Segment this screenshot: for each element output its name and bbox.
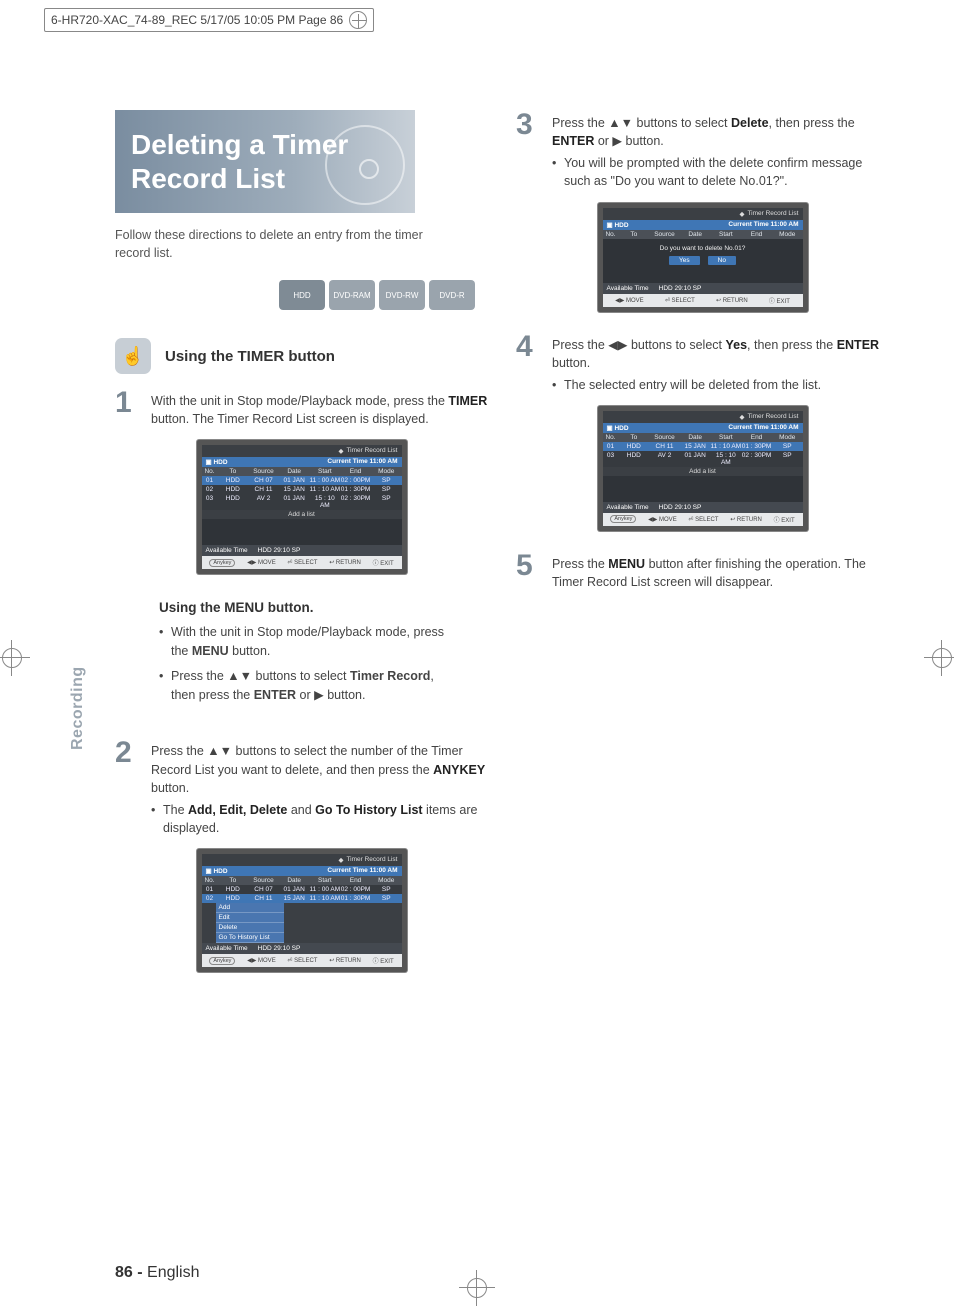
- menu-button-list: •With the unit in Stop mode/Playback mod…: [159, 623, 459, 704]
- subhead-menu-button: Using the MENU button.: [159, 600, 488, 615]
- osd-screenshot-3: ◆Timer Record List ▣ HDDCurrent Time 11:…: [598, 203, 808, 312]
- step-1: 1 With the unit in Stop mode/Playback mo…: [115, 388, 488, 428]
- page-footer: 86 - English: [115, 1264, 200, 1282]
- hand-icon: ☝: [115, 338, 151, 374]
- step-3-text: Press the ▲▼ buttons to select Delete, t…: [552, 110, 889, 191]
- step-5: 5 Press the MENU button after finishing …: [516, 551, 889, 591]
- step-number-3: 3: [516, 110, 542, 191]
- osd-screenshot-4: ◆Timer Record List ▣ HDDCurrent Time 11:…: [598, 406, 808, 531]
- context-menu: AddEditDeleteGo To History List: [216, 903, 284, 943]
- registration-mark-bottom: [459, 1270, 495, 1306]
- osd-screenshot-1: ◆Timer Record List ▣ HDDCurrent Time 11:…: [197, 440, 407, 574]
- section-title-timer: Using the TIMER button: [165, 348, 335, 365]
- step-number-1: 1: [115, 388, 141, 428]
- section-tab-recording: Recording: [69, 666, 87, 750]
- step-4-text: Press the ◀▶ buttons to select Yes, then…: [552, 332, 889, 394]
- badge-dvd-r: DVD-R: [429, 280, 475, 310]
- page-language: English: [147, 1264, 199, 1281]
- right-column: 3 Press the ▲▼ buttons to select Delete,…: [516, 110, 889, 992]
- step-number-4: 4: [516, 332, 542, 394]
- intro-text: Follow these directions to delete an ent…: [115, 227, 445, 262]
- step-1-text: With the unit in Stop mode/Playback mode…: [151, 388, 488, 428]
- step-2: 2 Press the ▲▼ buttons to select the num…: [115, 738, 488, 837]
- disc-graphic-icon: [325, 125, 405, 205]
- badge-dvd-ram: DVD-RAM: [329, 280, 375, 310]
- step-4: 4 Press the ◀▶ buttons to select Yes, th…: [516, 332, 889, 394]
- step-5-text: Press the MENU button after finishing th…: [552, 551, 889, 591]
- media-badges-row: HDD DVD-RAM DVD-RW DVD-R: [115, 280, 475, 310]
- step-number-5: 5: [516, 551, 542, 591]
- print-job-header: 6-HR720-XAC_74-89_REC 5/17/05 10:05 PM P…: [44, 8, 374, 32]
- registration-mark-right: [924, 640, 954, 676]
- badge-dvd-rw: DVD-RW: [379, 280, 425, 310]
- crop-mark-icon: [349, 11, 367, 29]
- page-number: 86 -: [115, 1264, 143, 1281]
- step-2-text: Press the ▲▼ buttons to select the numbe…: [151, 738, 488, 837]
- page-title-card: Deleting a Timer Record List: [115, 110, 415, 213]
- step-3: 3 Press the ▲▼ buttons to select Delete,…: [516, 110, 889, 191]
- left-column: Deleting a Timer Record List Follow thes…: [115, 110, 488, 992]
- print-job-text: 6-HR720-XAC_74-89_REC 5/17/05 10:05 PM P…: [51, 13, 343, 27]
- registration-mark-left: [0, 640, 30, 676]
- step-number-2: 2: [115, 738, 141, 837]
- osd-screenshot-2: ◆Timer Record List ▣ HDDCurrent Time 11:…: [197, 849, 407, 972]
- badge-hdd: HDD: [279, 280, 325, 310]
